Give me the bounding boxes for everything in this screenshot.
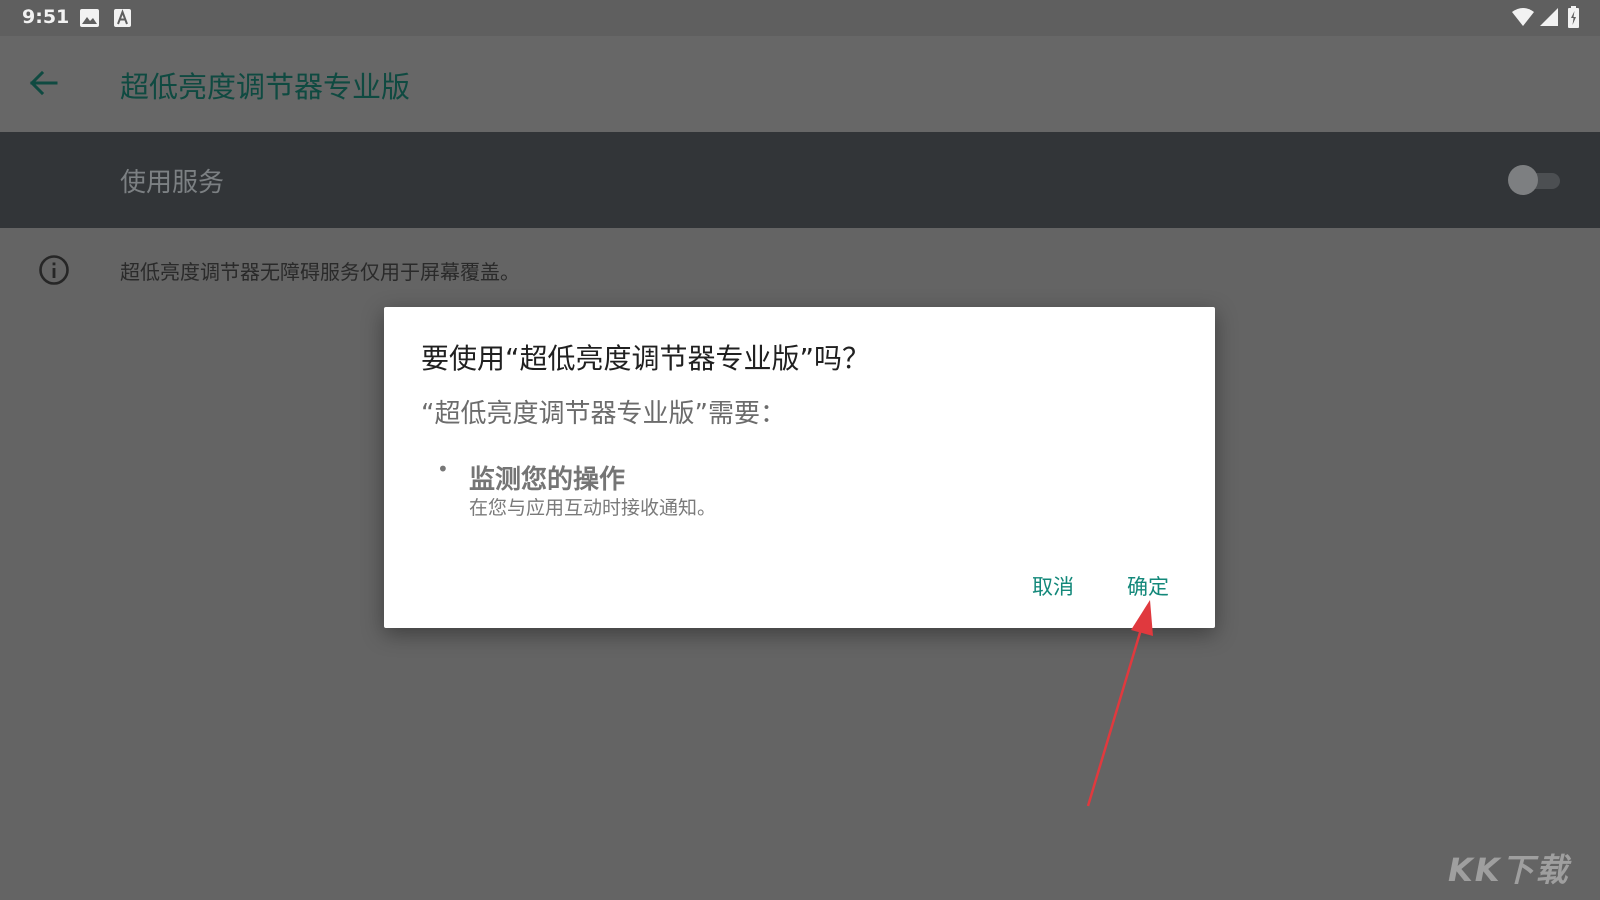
status-time: 9:51 xyxy=(22,6,70,28)
cell-signal-icon xyxy=(1540,8,1558,26)
wifi-icon xyxy=(1512,8,1534,26)
battery-charging-icon xyxy=(1568,6,1579,28)
use-service-label: 使用服务 xyxy=(120,168,225,198)
cancel-button[interactable]: 取消 xyxy=(1032,571,1074,601)
permission-dialog: 要使用“超低亮度调节器专业版”吗？ “超低亮度调节器专业版”需要： • 监测您的… xyxy=(384,307,1215,628)
ok-button[interactable]: 确定 xyxy=(1127,571,1169,601)
keyboard-a-icon xyxy=(114,9,131,27)
permission-title: 监测您的操作 xyxy=(469,465,626,495)
toggle-thumb xyxy=(1508,165,1538,195)
image-icon xyxy=(80,9,99,27)
info-text: 超低亮度调节器无障碍服务仅用于屏幕覆盖。 xyxy=(120,260,520,284)
status-bar: 9:51 xyxy=(0,0,1600,36)
dialog-subtitle: “超低亮度调节器专业版”需要： xyxy=(421,399,786,429)
dialog-title: 要使用“超低亮度调节器专业版”吗？ xyxy=(421,342,871,375)
watermark: KK下载 xyxy=(1448,851,1570,889)
use-service-toggle[interactable] xyxy=(1508,165,1562,195)
use-service-row[interactable]: 使用服务 xyxy=(0,132,1600,228)
permission-description: 在您与应用互动时接收通知。 xyxy=(469,497,717,519)
permission-bullet: • xyxy=(437,457,449,481)
page-title: 超低亮度调节器专业版 xyxy=(120,70,411,104)
info-row: 超低亮度调节器无障碍服务仅用于屏幕覆盖。 xyxy=(0,228,1600,308)
info-circle-icon xyxy=(39,255,69,285)
app-bar: 超低亮度调节器专业版 xyxy=(0,36,1600,132)
arrow-back-icon[interactable] xyxy=(26,66,60,100)
